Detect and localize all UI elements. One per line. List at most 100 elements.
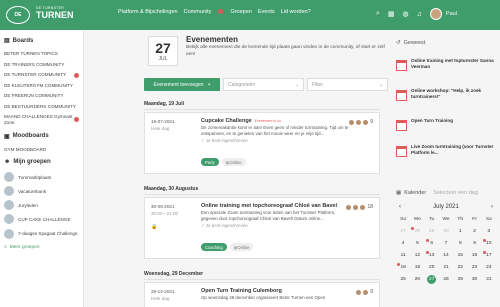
calendar-title: Kalender: [404, 190, 427, 196]
chevron-right-icon[interactable]: ›: [491, 204, 493, 210]
calendar-day[interactable]: 5: [410, 239, 424, 248]
calendar-day[interactable]: 18: [396, 263, 410, 272]
calendar-day[interactable]: 8: [453, 239, 467, 248]
group-label: 7-daagse Spagaat Challenge: [18, 231, 78, 237]
user-name[interactable]: Paul: [446, 11, 457, 17]
right-column: ↺ Geweest Online training met topturnster…: [396, 30, 500, 307]
group-item[interactable]: Turnmarktplaats: [4, 170, 79, 184]
calendar-day[interactable]: 2: [467, 227, 481, 236]
calendar-day[interactable]: 3: [482, 227, 496, 236]
sidebar-item-board[interactable]: DE TRAINERS COMMUNITY: [4, 60, 79, 71]
user-avatar[interactable]: [429, 8, 442, 20]
calendar-day[interactable]: 24: [482, 263, 496, 272]
calendar-day[interactable]: 10: [482, 239, 496, 248]
calendar-day[interactable]: 19: [410, 263, 424, 272]
calendar-day[interactable]: 30: [439, 227, 453, 236]
chevron-left-icon[interactable]: ‹: [399, 204, 401, 210]
avatar: [363, 289, 369, 295]
search-icon[interactable]: ⌕: [376, 10, 380, 18]
attendee-count[interactable]: 18: [346, 204, 373, 210]
calendar-day[interactable]: 21: [439, 263, 453, 272]
logo[interactable]: DE: [6, 6, 30, 24]
nav-events[interactable]: Events: [258, 9, 275, 15]
nav-platform[interactable]: Platform & Bijscholingen: [118, 9, 178, 15]
calendar-day[interactable]: 13: [425, 251, 439, 260]
calendar-day[interactable]: 7: [439, 239, 453, 248]
event-text: Een speciale Zoom turntraining voor lede…: [201, 210, 351, 229]
attendee-number: 18: [367, 204, 373, 210]
group-item[interactable]: Juryleden: [4, 198, 79, 212]
nav-groepen[interactable]: Groepen: [230, 9, 251, 15]
nav-lid-worden[interactable]: Lid worden?: [281, 9, 311, 15]
calendar-day[interactable]: 27: [427, 275, 437, 284]
attendee-count[interactable]: 9: [356, 289, 373, 295]
calendar-day[interactable]: 26: [410, 275, 424, 284]
calendar-day[interactable]: 27: [396, 227, 410, 236]
filter-select[interactable]: Filter ⌄: [307, 78, 388, 91]
calendar-day[interactable]: 11: [396, 251, 410, 260]
calendar-day[interactable]: 25: [396, 275, 410, 284]
calendar-day[interactable]: 16: [467, 251, 481, 260]
calendar-day[interactable]: 28: [410, 227, 424, 236]
calendar-day[interactable]: 12: [410, 251, 424, 260]
sidebar-item-board[interactable]: DE BESTUURDERS COMMUNITY: [4, 102, 79, 113]
group-item[interactable]: Vacaturebank: [4, 184, 79, 198]
visited-item[interactable]: Online workshop: "Help, ik zoek turntrai…: [396, 88, 500, 110]
category-placeholder: Categorieën: [228, 81, 256, 88]
event-card[interactable]: 29-12-2021 Hele dag Open Turn Training Cu…: [144, 282, 380, 307]
sidebar-item-board[interactable]: DE KLEUTERGYM COMMUNITY: [4, 81, 79, 92]
calendar-weekday: Sa: [485, 217, 492, 222]
visited-item-title: Open Turn Training: [411, 118, 454, 123]
calendar-day[interactable]: 22: [453, 263, 467, 272]
add-event-button[interactable]: Evenement toevoegen +: [144, 78, 220, 91]
nav-community[interactable]: Community: [184, 9, 225, 15]
sidebar-item-moodboard[interactable]: GYM MOODBOARD: [4, 145, 79, 156]
group-thumbnail: [4, 172, 14, 183]
calendar-day[interactable]: 23: [467, 263, 481, 272]
event-joined-label: Je bent ingeschreven: [205, 222, 248, 228]
calendar-day[interactable]: 28: [439, 275, 453, 284]
visited-item[interactable]: Open Turn Training: [396, 118, 500, 140]
category-pill[interactable]: Coaching: [201, 243, 227, 251]
calendar-day[interactable]: 6: [425, 239, 439, 248]
bell-icon[interactable]: ♫: [417, 11, 422, 18]
visited-item-title: Online workshop: "Help, ik zoek turntrai…: [411, 88, 482, 100]
calendar-day[interactable]: 14: [439, 251, 453, 260]
calendar-heading: ▦ Kalender Selecteer een dag: [396, 190, 496, 196]
calendar-day[interactable]: 15: [453, 251, 467, 260]
sidebar-item-board[interactable]: BETER TURNEN TOPICS: [4, 49, 79, 60]
event-title[interactable]: Cupcake Challenge Evenement is nu: [201, 118, 281, 124]
category-pill[interactable]: Party: [201, 158, 219, 166]
category-select[interactable]: Categorieën ⌄: [223, 78, 304, 91]
brand[interactable]: DE TURNSTER TURNEN: [36, 6, 74, 20]
calendar-day[interactable]: 29: [453, 275, 467, 284]
grid-icon[interactable]: ▦: [388, 10, 395, 18]
calendar-day[interactable]: 17: [482, 251, 496, 260]
visited-item[interactable]: Live Zoom turntraining (voor Turnster Pl…: [396, 144, 500, 166]
event-card[interactable]: 30-08-2021 20:00 - 21:00 🔒 Online trainin…: [144, 197, 380, 259]
group-item[interactable]: 7-daagse Spagaat Challenge: [4, 226, 79, 242]
visited-item-title: Online training met topturnster Sanna Ve…: [411, 58, 494, 70]
event-pills: Coaching ◍ Online: [201, 243, 254, 251]
globe-icon[interactable]: ◍: [403, 10, 409, 18]
event-card[interactable]: 19-07-2021 Hele dag Cupcake Challenge Even…: [144, 112, 380, 174]
more-groups-link[interactable]: ⌕ Meer groepen: [4, 244, 79, 251]
calendar-day[interactable]: 1: [453, 227, 467, 236]
calendar-day[interactable]: 29: [425, 227, 439, 236]
calendar-day[interactable]: 31: [482, 275, 496, 284]
calendar-day[interactable]: 20: [425, 263, 439, 272]
visited-item[interactable]: Online training met topturnster Sanna Ve…: [396, 58, 500, 80]
calendar-day[interactable]: 4: [396, 239, 410, 248]
event-title[interactable]: Open Turn Training Culemborg: [201, 288, 282, 294]
sidebar-item-board[interactable]: DE TURNSTER COMMUNITY: [4, 70, 79, 81]
event-title[interactable]: Online training met topchoreograaf Chloé…: [201, 203, 337, 209]
group-item[interactable]: CUP CAKE CHALLENGE: [4, 212, 79, 226]
group-thumbnail: [4, 229, 14, 240]
sidebar-item-board[interactable]: DE FREERUN COMMUNITY: [4, 91, 79, 102]
attendee-count[interactable]: 9: [349, 119, 373, 125]
day-heading: Woensdag, 29 December: [144, 271, 380, 280]
calendar-day[interactable]: 9: [467, 239, 481, 248]
calendar-day[interactable]: 30: [467, 275, 481, 284]
lock-icon: 🔒: [151, 224, 158, 230]
sidebar-item-board[interactable]: MAAND CHALLENGES Gymnast Zone: [4, 113, 79, 127]
